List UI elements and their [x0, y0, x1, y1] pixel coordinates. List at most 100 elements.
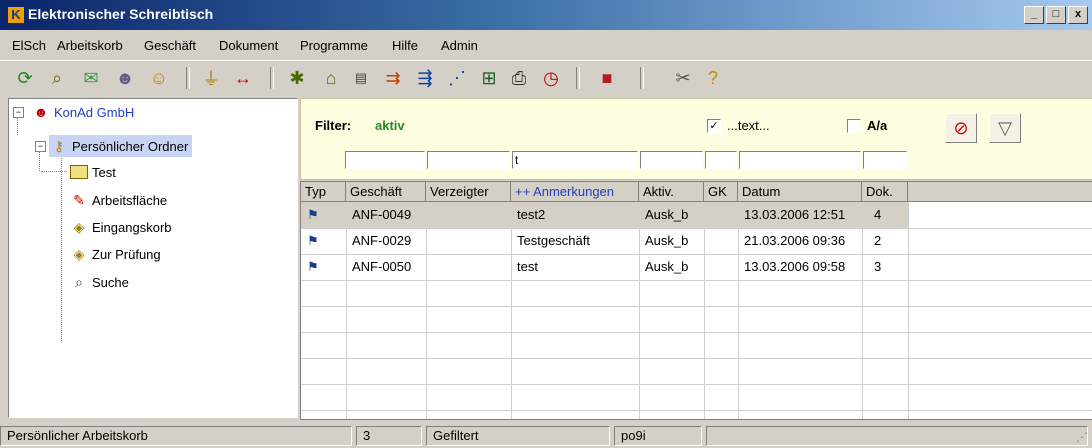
text-search-label: ...text... [727, 118, 770, 133]
column-header-aktiv[interactable]: Aktiv. [639, 182, 704, 202]
cell-anmerkungen: Testgeschäft [517, 233, 590, 248]
text-search-checkbox[interactable]: ✓ [707, 119, 721, 133]
table-row[interactable]: ⚑ ANF-0029 Testgeschäft Ausk_b 21.03.200… [301, 228, 908, 254]
filter-input-dok[interactable] [863, 151, 907, 169]
tree-node-personal-folder[interactable]: ⚷ Persönlicher Ordner [49, 135, 193, 157]
toolbar-separator [186, 67, 190, 89]
maximize-button[interactable]: □ [1046, 6, 1066, 24]
apply-filter-icon[interactable]: ▽ [989, 113, 1021, 143]
cell-dok: 4 [874, 207, 882, 222]
cell-aktiv: Ausk_b [645, 233, 689, 248]
grid-line [301, 384, 1092, 385]
menu-programme[interactable]: Programme [300, 38, 368, 53]
cell-gk [704, 228, 738, 254]
key-icon: ⚷ [53, 137, 65, 154]
grid-line [301, 306, 1092, 307]
grid-line [908, 202, 909, 419]
filter-panel: Filter: aktiv ✓ ...text... A/a ⊘ ▽ [300, 98, 1092, 180]
title-bar: K Elektronischer Schreibtisch _ □ x [0, 0, 1092, 30]
connect-icon[interactable]: ⋰ [444, 65, 470, 91]
tree-node-personal-folder-label: Persönlicher Ordner [72, 138, 189, 154]
column-header-datum[interactable]: Datum [738, 182, 862, 202]
print-icon[interactable]: ⎙ [506, 65, 532, 91]
route-icon[interactable]: ⇶ [412, 65, 438, 91]
menu-elsch[interactable]: ElSch [12, 38, 46, 53]
cell-gk [704, 254, 738, 280]
navigation-tree: − ☻ KonAd GmbH − ⚷ Persönlicher Ordner T… [8, 98, 298, 418]
help-icon[interactable]: ? [700, 65, 726, 91]
tree-node-root-label: KonAd GmbH [54, 104, 135, 120]
user-search-icon[interactable]: ☺ [146, 65, 172, 91]
filter-input-datum[interactable] [739, 151, 861, 169]
case-type-icon: ⚑ [307, 233, 319, 248]
tree-node-test[interactable]: Test [69, 161, 116, 183]
cell-gk [704, 202, 738, 228]
document-icon[interactable]: ▤ [348, 65, 374, 91]
tree-node-arbeitsflaeche[interactable]: ✎ Arbeitsfläche [69, 189, 167, 211]
column-width-icon[interactable]: ↔ [230, 65, 256, 91]
column-header-dok[interactable]: Dok. [862, 182, 908, 202]
grid-line [301, 410, 1092, 411]
case-type-icon: ⚑ [307, 207, 319, 222]
tree-node-suche[interactable]: ⌕ Suche [69, 271, 129, 293]
filter-input-aktiv[interactable] [640, 151, 703, 169]
minimize-button[interactable]: _ [1024, 6, 1044, 24]
toolbar-separator [576, 67, 580, 89]
tree-node-pruefung[interactable]: ◈ Zur Prüfung [69, 243, 161, 265]
filter-input-verzeigter[interactable] [427, 151, 510, 169]
cell-datum: 13.03.2006 12:51 [744, 207, 846, 222]
resize-grip-icon[interactable]: ⋰ [1076, 430, 1088, 444]
menu-arbeitskorb[interactable]: Arbeitskorb [57, 38, 123, 53]
cell-anmerkungen: test [517, 259, 538, 274]
column-header-typ[interactable]: Typ [301, 182, 346, 202]
refresh-icon[interactable]: ⟳ [12, 65, 38, 91]
table-row[interactable]: ⚑ ANF-0049 test2 Ausk_b 13.03.2006 12:51… [301, 202, 908, 228]
cell-geschaeft: ANF-0029 [352, 233, 412, 248]
mail-check-icon[interactable]: ✉ [78, 65, 104, 91]
tree-node-eingangskorb[interactable]: ◈ Eingangskorb [69, 216, 172, 238]
cell-anmerkungen: test2 [517, 207, 546, 222]
grid-line [301, 332, 1092, 333]
case-sensitive-checkbox[interactable] [847, 119, 861, 133]
column-header-anmerkungen[interactable]: ++ Anmerkungen [511, 182, 639, 202]
status-filter: Gefiltert [426, 426, 610, 446]
tree-node-root[interactable]: ☻ KonAd GmbH [31, 101, 135, 123]
clear-filter-icon[interactable]: ⊘ [945, 113, 977, 143]
review-icon: ◈ [73, 245, 85, 262]
column-header-gk[interactable]: GK [704, 182, 738, 202]
tree-node-test-label: Test [92, 164, 116, 180]
tree-node-eingangskorb-label: Eingangskorb [92, 219, 172, 235]
status-context: Persönlicher Arbeitskorb [0, 426, 352, 446]
users-icon[interactable]: ☻ [112, 65, 138, 91]
merge-icon[interactable]: ⇉ [380, 65, 406, 91]
menu-hilfe[interactable]: Hilfe [392, 38, 418, 53]
filter-input-geschaeft[interactable] [345, 151, 425, 169]
collapse-root-icon[interactable]: − [13, 107, 24, 118]
tree-connector [61, 145, 62, 341]
case-sensitive-label: A/a [867, 118, 888, 133]
search-icon[interactable]: ⌕ [44, 65, 70, 91]
filter-icon[interactable]: ⏚ [198, 65, 224, 91]
menu-admin[interactable]: Admin [441, 38, 478, 53]
column-header-geschaeft[interactable]: Geschäft [346, 182, 426, 202]
menu-geschaeft[interactable]: Geschäft [144, 38, 196, 53]
pin-icon: ✎ [73, 191, 85, 208]
new-case-icon[interactable]: ✱ [284, 65, 310, 91]
grid-line [301, 358, 1092, 359]
table-row[interactable]: ⚑ ANF-0050 test Ausk_b 13.03.2006 09:58 … [301, 254, 908, 280]
tree-icon[interactable]: ⊞ [476, 65, 502, 91]
filter-input-gk[interactable] [705, 151, 737, 169]
collapse-folder-icon[interactable]: − [35, 141, 46, 152]
tools-icon[interactable]: ✂ [670, 65, 696, 91]
tree-node-pruefung-label: Zur Prüfung [92, 246, 161, 262]
calendar-icon[interactable]: ◷ [538, 65, 564, 91]
company-icon: ☻ [33, 104, 49, 120]
home-case-icon[interactable]: ⌂ [318, 65, 344, 91]
filter-input-anmerkungen[interactable] [512, 151, 638, 169]
menu-dokument[interactable]: Dokument [219, 38, 278, 53]
inbox-icon: ◈ [73, 218, 85, 235]
column-header-verzeigter[interactable]: Verzeigter [426, 182, 511, 202]
close-button[interactable]: x [1068, 6, 1088, 24]
cubes-icon[interactable]: ■ [594, 65, 620, 91]
filter-label: Filter: [315, 118, 352, 133]
